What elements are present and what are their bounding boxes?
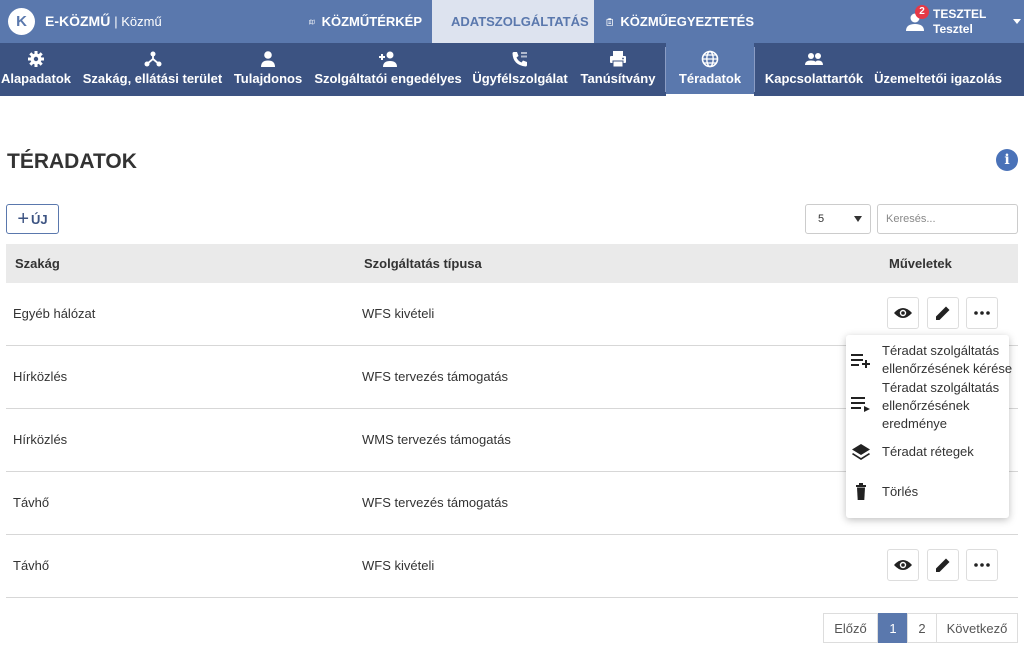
cell-tipus: WFS kivételi — [362, 558, 435, 573]
view-button[interactable] — [887, 549, 919, 581]
playlist-add-icon — [851, 354, 870, 368]
menu-item-check-request[interactable]: Téradat szolgáltatás ellenőrzésének kéré… — [846, 341, 1012, 379]
sub-nav: Alapadatok Szakág, ellátási terület Tula… — [0, 43, 1024, 96]
cell-szakag: Távhő — [13, 558, 50, 573]
more-horizontal-icon — [974, 311, 990, 315]
view-button[interactable] — [887, 297, 919, 329]
new-button[interactable]: + ÚJ — [6, 204, 59, 234]
cell-szakag: Egyéb hálózat — [13, 306, 96, 321]
info-icon[interactable]: i — [996, 149, 1018, 171]
column-header-tipus[interactable]: Szolgáltatás típusa — [364, 256, 482, 271]
app-logo[interactable]: K — [8, 8, 35, 35]
column-header-muveletek: Műveletek — [889, 256, 952, 271]
cell-szakag: Hírközlés — [13, 432, 68, 447]
table-header: Szakág Szolgáltatás típusa Műveletek — [6, 244, 1018, 283]
gear-icon — [28, 51, 44, 67]
pencil-icon — [936, 558, 950, 572]
app-name[interactable]: E-KÖZMŰ | Közmű — [45, 13, 162, 29]
edit-button[interactable] — [927, 549, 959, 581]
person-icon — [261, 51, 275, 67]
cell-szakag: Hírközlés — [13, 369, 68, 384]
page-size-select[interactable]: 5 — [805, 204, 871, 234]
layers-icon — [852, 444, 870, 460]
subnav-szakag[interactable]: Szakág, ellátási terület — [80, 43, 225, 96]
subnav-divider — [754, 47, 755, 92]
more-button[interactable] — [966, 297, 998, 329]
user-sub: Tesztel — [933, 22, 973, 36]
subnav-ugyfelszolgalat[interactable]: Ügyfélszolgálat — [470, 43, 570, 96]
cell-tipus: WFS kivételi — [362, 306, 435, 321]
topnav-kozmuterkep[interactable]: KÖZMŰTÉRKÉP — [297, 0, 432, 43]
subnav-tanusitvany[interactable]: Tanúsítvány — [578, 43, 658, 96]
cell-szakag: Távhő — [13, 495, 50, 510]
edit-button[interactable] — [927, 297, 959, 329]
cell-tipus: WMS tervezés támogatás — [362, 432, 511, 447]
menu-item-check-result[interactable]: Téradat szolgáltatás ellenőrzésének ered… — [846, 379, 1009, 435]
trash-icon — [856, 483, 866, 500]
map-icon — [309, 18, 315, 25]
subnav-tulajdonos[interactable]: Tulajdonos — [230, 43, 306, 96]
pagination-page[interactable]: 1 — [878, 613, 908, 643]
chevron-down-icon — [1013, 19, 1021, 24]
menu-item-delete[interactable]: Törlés — [846, 479, 1009, 509]
subnav-szolgaltatoi-engedelyes[interactable]: Szolgáltatói engedélyes — [314, 43, 462, 96]
topnav-adatszolgaltatas[interactable]: ADATSZOLGÁLTATÁS — [432, 0, 594, 43]
table-row: Távhő WFS kivételi — [6, 535, 1018, 598]
pencil-icon — [936, 306, 950, 320]
page-title: TÉRADATOK — [7, 150, 137, 173]
caret-down-icon — [854, 216, 862, 222]
pagination-prev[interactable]: Előző — [823, 613, 878, 643]
column-header-szakag[interactable]: Szakág — [15, 256, 60, 271]
user-menu[interactable]: 2 TESZTEL Tesztel — [905, 4, 1024, 40]
pagination-page[interactable]: 2 — [907, 613, 937, 643]
printer-icon — [610, 51, 626, 68]
phone-icon — [512, 52, 527, 67]
cell-tipus: WFS tervezés támogatás — [362, 495, 508, 510]
row-actions-menu: Téradat szolgáltatás ellenőrzésének kéré… — [846, 335, 1012, 518]
search-input[interactable] — [877, 204, 1018, 234]
subnav-teradatok[interactable]: Téradatok — [666, 43, 754, 96]
blank-icon — [929, 50, 947, 68]
top-bar: K E-KÖZMŰ | Közmű KÖZMŰTÉRKÉP ADATSZOLGÁ… — [0, 0, 1024, 43]
playlist-play-icon — [851, 397, 870, 412]
pagination-next[interactable]: Következő — [936, 613, 1018, 643]
more-horizontal-icon — [974, 563, 990, 567]
cell-tipus: WFS tervezés támogatás — [362, 369, 508, 384]
people-icon — [805, 53, 823, 65]
menu-item-layers[interactable]: Téradat rétegek — [846, 439, 1009, 469]
network-icon — [144, 51, 161, 67]
subnav-uzemeltetoi-igazolas[interactable]: Üzemeltetői igazolás — [872, 43, 1004, 96]
notification-badge: 2 — [915, 5, 929, 19]
subnav-kapcsolattartok[interactable]: Kapcsolattartók — [762, 43, 866, 96]
globe-icon — [701, 50, 719, 68]
topnav-kozmuegyeztetes[interactable]: KÖZMŰEGYEZTETÉS — [594, 0, 764, 43]
user-name: TESZTEL — [933, 7, 987, 21]
eye-icon — [894, 308, 912, 318]
clipboard-icon — [606, 17, 613, 26]
person-add-icon — [379, 51, 397, 67]
plus-icon: + — [17, 208, 30, 230]
eye-icon — [894, 560, 912, 570]
more-button[interactable] — [966, 549, 998, 581]
subnav-alapadatok[interactable]: Alapadatok — [0, 43, 72, 96]
